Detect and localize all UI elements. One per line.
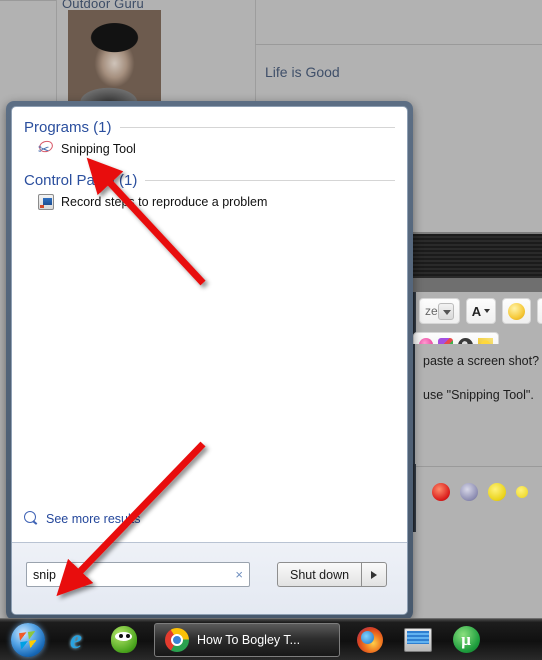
- internet-explorer-icon: e: [70, 624, 82, 654]
- firefox-icon: [357, 626, 383, 653]
- result-item-record-steps[interactable]: Record steps to reproduce a problem: [24, 191, 395, 213]
- laughing-face-icon[interactable]: [488, 483, 506, 501]
- start-menu-panel: Programs (1) Snipping Tool Control Panel…: [6, 101, 413, 620]
- start-menu-footer: × Shut down: [12, 542, 407, 614]
- background-rule-top: [255, 44, 542, 45]
- emoticon-row-rule: [416, 466, 542, 467]
- taskbar-firefox[interactable]: [348, 621, 392, 659]
- see-more-results-label: See more results: [46, 511, 141, 526]
- results-group-heading-control-panel: Control Panel (1): [24, 172, 395, 189]
- taskbar-chrome-window[interactable]: How To Bogley T...: [154, 622, 340, 657]
- utorrent-icon: µ: [452, 626, 480, 653]
- emoticon-picker-row: [432, 483, 528, 501]
- record-steps-icon: [38, 194, 54, 210]
- results-group-heading-programs: Programs (1): [24, 119, 395, 136]
- signature-text: Life is Good: [265, 64, 340, 80]
- start-menu-inner: Programs (1) Snipping Tool Control Panel…: [11, 106, 408, 615]
- angry-face-icon[interactable]: [432, 483, 450, 501]
- smiley-icon: [508, 302, 526, 320]
- result-item-label: Snipping Tool: [61, 142, 136, 156]
- author-avatar-photo: [68, 10, 161, 102]
- taskbar-utorrent[interactable]: µ: [444, 621, 488, 659]
- shutdown-control: Shut down: [277, 562, 388, 587]
- taskbar-remote-desktop[interactable]: [396, 621, 440, 659]
- taskbar-start-button[interactable]: [6, 621, 50, 659]
- editor-toolbar-row-1: ze A: [419, 298, 542, 324]
- editor-dark-header: [411, 232, 542, 278]
- remote-desktop-icon: [404, 627, 432, 652]
- heading-rule: [145, 180, 395, 181]
- taskbar-internet-explorer[interactable]: e: [54, 621, 98, 659]
- windows-start-orb-icon: [11, 622, 45, 657]
- background-rule-far-left: [0, 0, 56, 1]
- chevron-down-icon[interactable]: [437, 302, 454, 320]
- result-item-label: Record steps to reproduce a problem: [61, 195, 268, 209]
- shutdown-button[interactable]: Shut down: [277, 562, 362, 587]
- taskbar-green-app[interactable]: [102, 621, 146, 659]
- yellow-face-icon[interactable]: [516, 486, 528, 498]
- gray-face-icon[interactable]: [460, 483, 478, 501]
- windows-taskbar: e How To Bogley T... µ: [0, 618, 542, 660]
- search-icon: [24, 511, 39, 526]
- shutdown-options-arrow-icon[interactable]: [361, 562, 388, 587]
- search-input[interactable]: [33, 567, 232, 582]
- editor-dark-subheader: [411, 278, 542, 292]
- editor-body-line-2: use "Snipping Tool".: [423, 388, 534, 402]
- green-app-icon: [111, 626, 137, 653]
- group-heading-label: Programs (1): [24, 119, 112, 136]
- search-results-area: Programs (1) Snipping Tool Control Panel…: [12, 107, 407, 534]
- font-color-button[interactable]: A: [465, 298, 497, 324]
- start-menu-search-box[interactable]: ×: [26, 562, 250, 587]
- group-heading-label: Control Panel (1): [24, 172, 138, 189]
- screenshot-root: Outdoor Guru Life is Good ze A paste a s…: [0, 0, 542, 660]
- result-item-snipping-tool[interactable]: Snipping Tool: [24, 138, 395, 160]
- snipping-tool-icon: [38, 141, 54, 157]
- editor-body-line-1: paste a screen shot?: [423, 354, 540, 368]
- font-size-dropdown[interactable]: ze: [419, 298, 460, 324]
- insert-media-button[interactable]: [537, 298, 542, 324]
- editor-body: paste a screen shot? use "Snipping Tool"…: [411, 344, 542, 464]
- chevron-down-icon: [484, 309, 491, 313]
- insert-smiley-button[interactable]: [502, 298, 532, 324]
- clear-search-icon[interactable]: ×: [231, 567, 243, 582]
- taskbar-window-title: How To Bogley T...: [197, 632, 301, 647]
- heading-rule: [119, 127, 395, 128]
- chrome-icon: [165, 627, 189, 652]
- see-more-results-link[interactable]: See more results: [24, 511, 140, 526]
